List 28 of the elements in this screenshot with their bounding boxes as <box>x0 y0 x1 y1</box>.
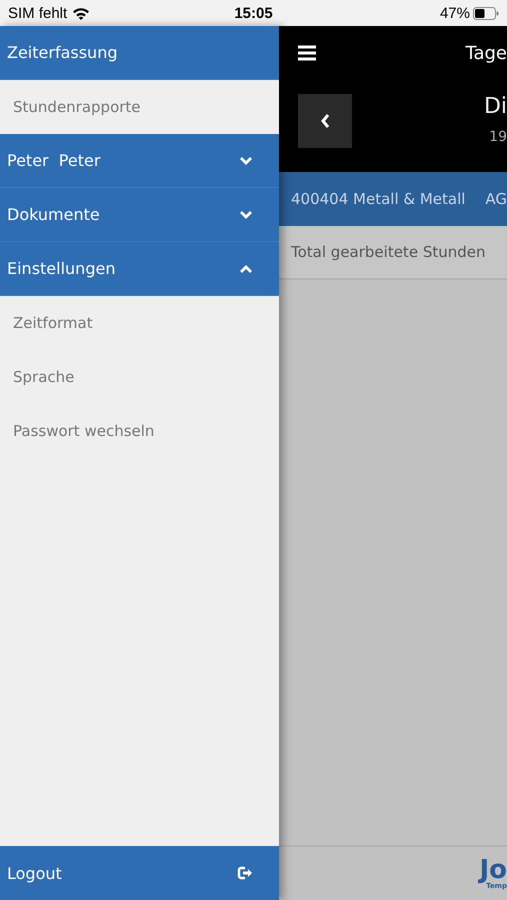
section-label: Zeiterfassung <box>7 43 118 62</box>
total-label: Total gearbeitete Stunden <box>291 243 486 261</box>
section-label: Einstellungen <box>7 259 116 278</box>
logout-icon <box>237 866 253 880</box>
date-text: 19 <box>489 129 507 145</box>
page-title: Tage <box>465 42 507 64</box>
battery-icon <box>473 6 499 20</box>
menu-item[interactable]: Stundenrapporte <box>0 80 279 134</box>
carrier-text: SIM fehlt <box>8 4 68 22</box>
wifi-icon <box>72 6 90 20</box>
menu-section[interactable]: Einstellungen <box>0 242 279 296</box>
customer-suffix: AG <box>485 190 507 208</box>
chevron-left-icon <box>320 113 330 129</box>
menu-item[interactable]: Passwort wechseln <box>0 404 279 458</box>
menu-icon[interactable] <box>298 45 316 61</box>
menu-section[interactable]: Dokumente <box>0 188 279 242</box>
section-label: Peter Peter <box>7 151 100 170</box>
logout-button[interactable]: Logout <box>0 846 279 900</box>
menu-section[interactable]: Peter Peter <box>0 134 279 188</box>
clock-text: 15:05 <box>234 4 273 22</box>
menu-section[interactable]: Zeiterfassung <box>0 26 279 80</box>
weekday-text: Di <box>484 94 507 119</box>
logout-label: Logout <box>7 864 62 882</box>
menu-item[interactable]: Sprache <box>0 350 279 404</box>
section-label: Dokumente <box>7 205 100 224</box>
customer-name: 400404 Metall & Metall <box>291 190 466 208</box>
battery-text: 47% <box>440 4 470 22</box>
menu-item[interactable]: Zeitformat <box>0 296 279 350</box>
